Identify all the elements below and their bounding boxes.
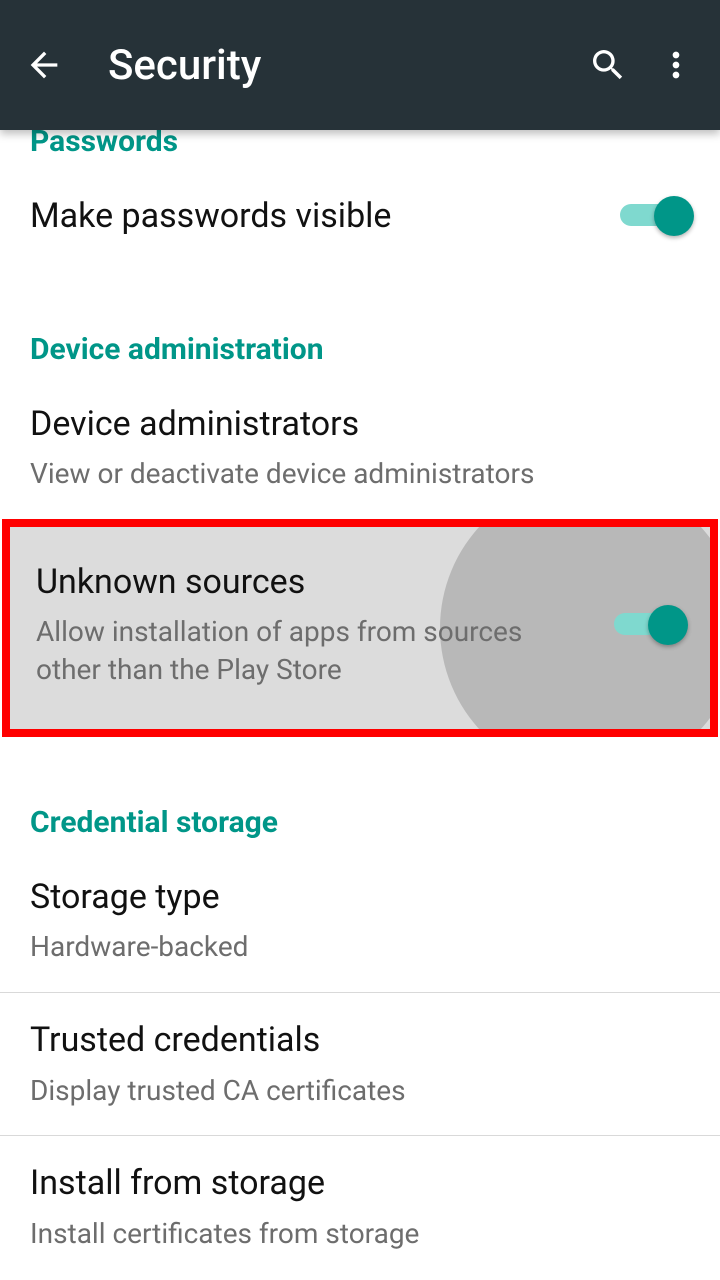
setting-title: Install from storage: [30, 1162, 670, 1205]
toggle-make-passwords-visible[interactable]: [620, 198, 690, 234]
section-header-credential-storage: Credential storage: [0, 777, 720, 850]
setting-title: Make passwords visible: [30, 195, 600, 238]
setting-subtitle: Install certificates from storage: [30, 1215, 670, 1253]
setting-subtitle: Allow installation of apps from sources …: [36, 613, 556, 689]
section-header-device-admin: Device administration: [0, 304, 720, 377]
setting-subtitle: Display trusted CA certificates: [30, 1072, 670, 1110]
setting-device-administrators[interactable]: Device administrators View or deactivate…: [0, 377, 720, 519]
toggle-unknown-sources[interactable]: [614, 607, 684, 643]
setting-subtitle: Hardware-backed: [30, 928, 670, 966]
setting-trusted-credentials[interactable]: Trusted credentials Display trusted CA c…: [0, 993, 720, 1135]
arrow-back-icon: [24, 45, 64, 85]
setting-install-from-storage[interactable]: Install from storage Install certificate…: [0, 1136, 720, 1278]
search-icon: [588, 45, 628, 85]
appbar-title: Security: [108, 41, 564, 90]
setting-unknown-sources[interactable]: Unknown sources Allow installation of ap…: [10, 527, 710, 729]
setting-subtitle: View or deactivate device administrators: [30, 455, 670, 493]
more-vert-icon: [656, 45, 696, 85]
setting-title: Storage type: [30, 876, 670, 919]
toggle-thumb: [648, 605, 688, 645]
setting-make-passwords-visible[interactable]: Make passwords visible: [0, 169, 720, 264]
setting-title: Trusted credentials: [30, 1019, 670, 1062]
search-button[interactable]: [584, 41, 632, 89]
settings-list: Passwords Make passwords visible Device …: [0, 120, 720, 1279]
highlighted-unknown-sources: Unknown sources Allow installation of ap…: [2, 519, 718, 737]
back-button[interactable]: [20, 41, 68, 89]
setting-title: Unknown sources: [36, 561, 594, 604]
setting-storage-type[interactable]: Storage type Hardware-backed: [0, 850, 720, 992]
app-bar: Security: [0, 0, 720, 130]
setting-title: Device administrators: [30, 403, 670, 446]
overflow-menu-button[interactable]: [652, 41, 700, 89]
toggle-thumb: [654, 196, 694, 236]
